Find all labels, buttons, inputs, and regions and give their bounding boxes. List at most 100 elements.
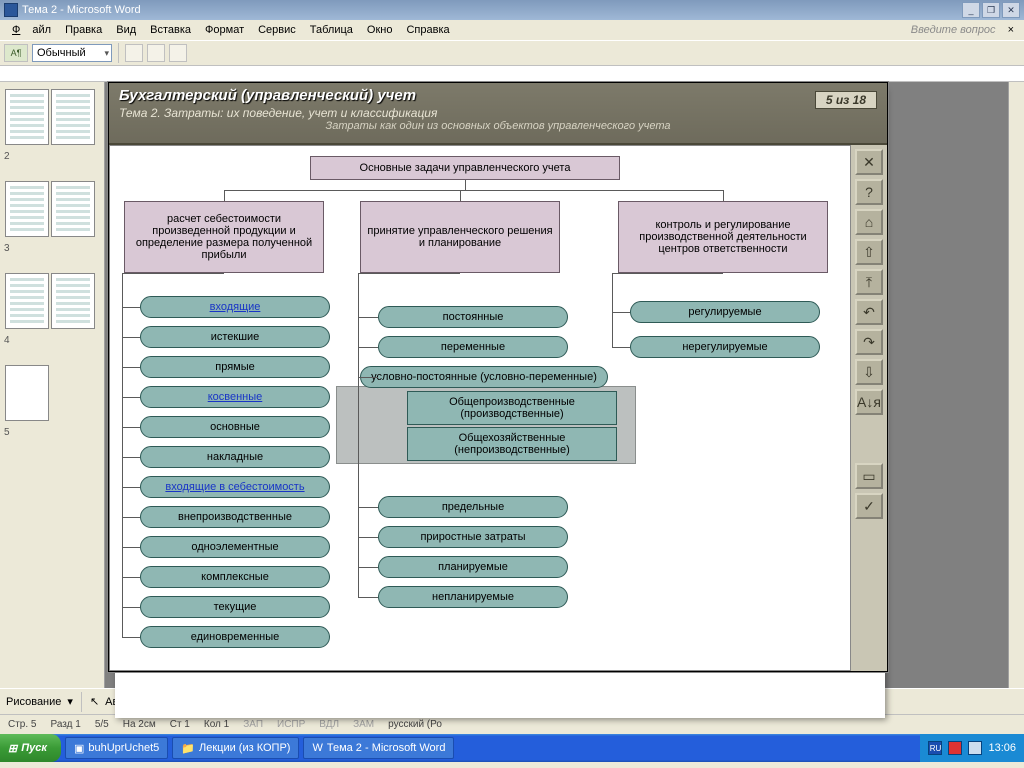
minimize-button[interactable]: _ bbox=[962, 2, 980, 18]
nav-forward-button[interactable]: ↷ bbox=[855, 329, 883, 355]
diagram-branch-3: контроль и регулирование производственно… bbox=[618, 201, 828, 273]
word-icon: W bbox=[312, 742, 322, 754]
status-section: Разд 1 bbox=[50, 719, 80, 730]
vertical-scrollbar[interactable] bbox=[1008, 82, 1024, 688]
menu-view[interactable]: Вид bbox=[110, 22, 142, 38]
page-thumb[interactable] bbox=[5, 365, 49, 421]
drawing-menu[interactable]: Рисование bbox=[6, 696, 61, 708]
diagram-branch-1: расчет себестоимости произведенной проду… bbox=[124, 201, 324, 273]
diagram-branch-2: принятие управленческого решения и плани… bbox=[360, 201, 560, 273]
toolbar-button[interactable] bbox=[169, 44, 187, 62]
page-thumb[interactable] bbox=[51, 181, 95, 237]
nav-check-button[interactable]: ✓ bbox=[855, 493, 883, 519]
page-thumb[interactable] bbox=[51, 273, 95, 329]
menu-table[interactable]: Таблица bbox=[304, 22, 359, 38]
word-icon bbox=[4, 3, 18, 17]
diagram-item: регулируемые bbox=[630, 301, 820, 323]
menu-help[interactable]: Справка bbox=[400, 22, 455, 38]
menubar: Файл Правка Вид Вставка Формат Сервис Та… bbox=[0, 20, 1024, 40]
folder-icon: 📁 bbox=[181, 742, 195, 755]
thumb-number: 2 bbox=[4, 151, 100, 162]
app-icon: ▣ bbox=[74, 742, 84, 755]
page-thumb[interactable] bbox=[5, 273, 49, 329]
course-section: Затраты как один из основных объектов уп… bbox=[119, 120, 877, 132]
diagram-item: накладные bbox=[140, 446, 330, 468]
thumbnail-panel[interactable]: 2 3 4 5 bbox=[0, 82, 105, 688]
thumb-number: 5 bbox=[4, 427, 100, 438]
status-trk: ИСПР bbox=[277, 719, 305, 730]
diagram-item: единовременные bbox=[140, 626, 330, 648]
nav-help-button[interactable]: ? bbox=[855, 179, 883, 205]
course-body: Основные задачи управленческого учета ра… bbox=[109, 145, 851, 671]
diagram-item[interactable]: косвенные bbox=[140, 386, 330, 408]
course-nav: ✕ ? ⌂ ⇧ ⤒ ↶ ↷ ⇩ А↓я ▭ ✓ bbox=[851, 145, 887, 671]
tray-icon[interactable] bbox=[948, 741, 962, 755]
toolbar-button[interactable] bbox=[125, 44, 143, 62]
diagram-item[interactable]: входящие bbox=[140, 296, 330, 318]
status-line: Ст 1 bbox=[170, 719, 190, 730]
diagram-item: текущие bbox=[140, 596, 330, 618]
status-ovr: ЗАМ bbox=[353, 719, 374, 730]
menu-insert[interactable]: Вставка bbox=[144, 22, 197, 38]
nav-note-button[interactable]: ▭ bbox=[855, 463, 883, 489]
menu-service[interactable]: Сервис bbox=[252, 22, 302, 38]
nav-home-button[interactable]: ⌂ bbox=[855, 209, 883, 235]
nav-down-button[interactable]: ⇩ bbox=[855, 359, 883, 385]
course-header: Бухгалтерский (управленческий) учет Тема… bbox=[109, 83, 887, 145]
ruler[interactable] bbox=[0, 66, 1024, 82]
ask-question[interactable]: Введите вопрос bbox=[905, 22, 1002, 38]
styles-pane-icon[interactable]: A¶ bbox=[4, 44, 28, 62]
status-at: На 2см bbox=[123, 719, 156, 730]
systray[interactable]: RU 13:06 bbox=[920, 734, 1024, 762]
status-rec: ЗАП bbox=[243, 719, 263, 730]
diagram-item: постоянные bbox=[378, 306, 568, 328]
course-title: Бухгалтерский (управленческий) учет bbox=[119, 87, 877, 104]
menu-window[interactable]: Окно bbox=[361, 22, 399, 38]
menu-format[interactable]: Формат bbox=[199, 22, 250, 38]
thumb-number: 3 bbox=[4, 243, 100, 254]
status-pages: 5/5 bbox=[95, 719, 109, 730]
menu-doc-close[interactable]: × bbox=[1004, 24, 1018, 36]
diagram-item: приростные затраты bbox=[378, 526, 568, 548]
diagram-item: прямые bbox=[140, 356, 330, 378]
lang-indicator[interactable]: RU bbox=[928, 741, 942, 755]
status-ext: ВДЛ bbox=[319, 719, 339, 730]
diagram-item: условно-постоянные (условно-переменные) bbox=[360, 366, 608, 388]
nav-back-button[interactable]: ↶ bbox=[855, 299, 883, 325]
window-title: Тема 2 - Microsoft Word bbox=[22, 4, 141, 16]
close-button[interactable]: ✕ bbox=[1002, 2, 1020, 18]
tray-icon[interactable] bbox=[968, 741, 982, 755]
nav-up-button[interactable]: ⇧ bbox=[855, 239, 883, 265]
page-thumb[interactable] bbox=[5, 181, 49, 237]
clock: 13:06 bbox=[988, 742, 1016, 754]
menu-file[interactable]: Файл bbox=[6, 22, 57, 38]
page-thumb[interactable] bbox=[51, 89, 95, 145]
start-button[interactable]: ⊞ Пуск bbox=[0, 734, 61, 762]
nav-top-button[interactable]: ⤒ bbox=[855, 269, 883, 295]
nav-sort-button[interactable]: А↓я bbox=[855, 389, 883, 415]
diagram-item: предельные bbox=[378, 496, 568, 518]
status-page: Стр. 5 bbox=[8, 719, 36, 730]
nav-close-button[interactable]: ✕ bbox=[855, 149, 883, 175]
style-selector[interactable]: Обычный bbox=[32, 44, 112, 62]
task-button[interactable]: ▣buhUprUchet5 bbox=[65, 737, 168, 759]
restore-button[interactable]: ❐ bbox=[982, 2, 1000, 18]
diagram-item: внепроизводственные bbox=[140, 506, 330, 528]
course-window: Бухгалтерский (управленческий) учет Тема… bbox=[108, 82, 888, 672]
toolbar-button[interactable] bbox=[147, 44, 165, 62]
task-button[interactable]: WТема 2 - Microsoft Word bbox=[303, 737, 454, 759]
diagram-subitem: Общепроизводственные (производственные) bbox=[407, 391, 617, 425]
diagram: Основные задачи управленческого учета ра… bbox=[110, 146, 850, 670]
diagram-item: непланируемые bbox=[378, 586, 568, 608]
menu-edit[interactable]: Правка bbox=[59, 22, 108, 38]
diagram-item: комплексные bbox=[140, 566, 330, 588]
task-button[interactable]: 📁Лекции (из КОПР) bbox=[172, 737, 299, 759]
diagram-subpanel: Общепроизводственные (производственные) … bbox=[336, 386, 636, 464]
diagram-item[interactable]: входящие в себестоимость bbox=[140, 476, 330, 498]
thumb-number: 4 bbox=[4, 335, 100, 346]
course-subtitle: Тема 2. Затраты: их поведение, учет и кл… bbox=[119, 106, 877, 120]
taskbar: ⊞ Пуск ▣buhUprUchet5 📁Лекции (из КОПР) W… bbox=[0, 734, 1024, 762]
diagram-item: переменные bbox=[378, 336, 568, 358]
select-arrow-icon[interactable]: ↖ bbox=[90, 695, 99, 708]
page-thumb[interactable] bbox=[5, 89, 49, 145]
